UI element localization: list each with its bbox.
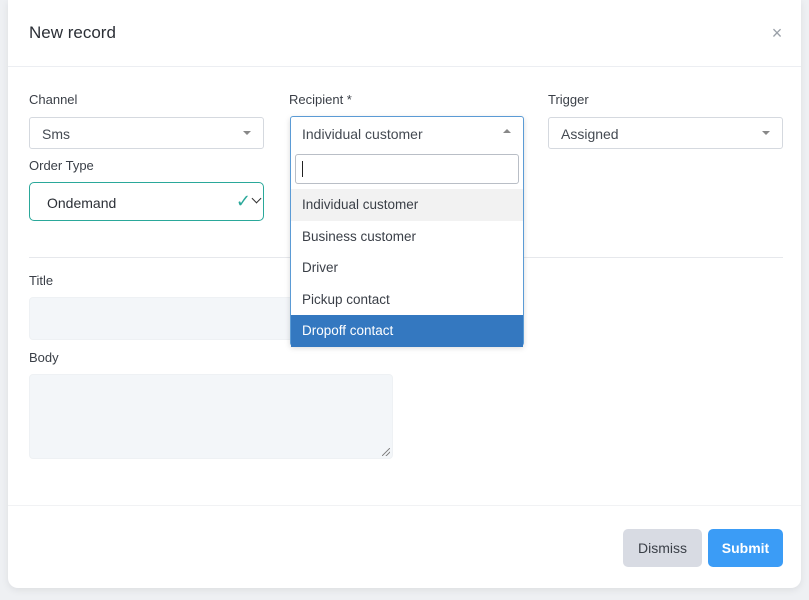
option-business-customer[interactable]: Business customer — [291, 221, 523, 253]
submit-button[interactable]: Submit — [708, 529, 783, 567]
channel-label: Channel — [29, 92, 78, 107]
dropdown-search-input[interactable] — [295, 154, 519, 184]
option-driver[interactable]: Driver — [291, 252, 523, 284]
modal-title: New record — [29, 23, 116, 42]
trigger-select[interactable]: Assigned — [548, 117, 783, 149]
channel-select[interactable]: Sms — [29, 117, 264, 149]
option-individual-customer[interactable]: Individual customer — [291, 189, 523, 221]
check-icon: ✓ — [235, 191, 251, 211]
trigger-value: Assigned — [561, 126, 619, 142]
recipient-value: Individual customer — [302, 126, 423, 142]
order-type-label: Order Type — [29, 158, 94, 173]
recipient-label: Recipient * — [289, 92, 352, 107]
text-cursor — [302, 161, 303, 177]
recipient-select[interactable]: Individual customer — [291, 117, 523, 149]
modal-header: New record × — [8, 0, 801, 67]
new-record-modal: New record × Channel Sms Recipient * Tri… — [8, 0, 801, 588]
order-type-value: Ondemand — [47, 195, 117, 211]
caret-down-icon — [762, 131, 770, 135]
chevron-down-icon — [251, 193, 262, 204]
channel-value: Sms — [42, 126, 70, 142]
footer-divider — [8, 505, 801, 506]
body-textarea[interactable] — [29, 374, 393, 459]
trigger-label: Trigger — [548, 92, 589, 107]
body-label: Body — [29, 350, 59, 365]
recipient-dropdown[interactable]: Individual customer Individual customer … — [290, 116, 524, 347]
option-pickup-contact[interactable]: Pickup contact — [291, 284, 523, 316]
order-type-select[interactable]: Ondemand ✓ — [29, 182, 264, 221]
caret-up-icon — [503, 129, 511, 133]
title-label: Title — [29, 273, 54, 288]
caret-down-icon — [243, 131, 251, 135]
dismiss-button[interactable]: Dismiss — [623, 529, 702, 567]
close-icon[interactable]: × — [769, 24, 785, 42]
option-dropoff-contact[interactable]: Dropoff contact — [291, 315, 523, 347]
dropdown-options: Individual customer Business customer Dr… — [291, 189, 523, 347]
resize-handle-icon[interactable] — [382, 448, 390, 456]
